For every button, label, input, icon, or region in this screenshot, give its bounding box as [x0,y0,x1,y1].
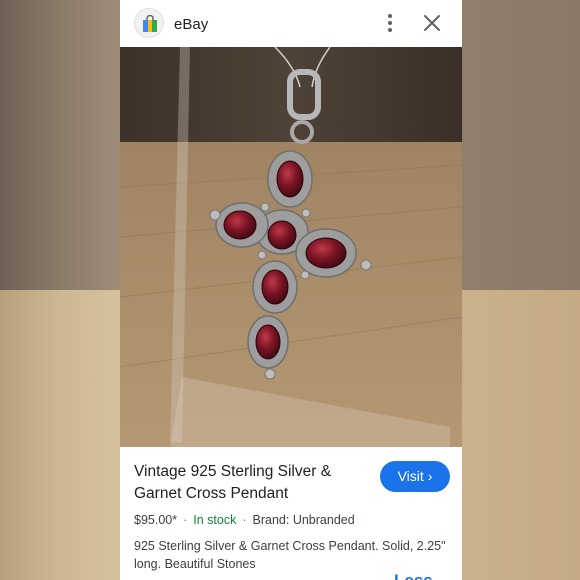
more-vertical-icon[interactable] [382,12,398,34]
separator-dot: · [242,513,247,527]
shopping-bag-icon[interactable] [134,8,164,38]
chevron-right-icon: › [427,468,433,484]
product-photo[interactable] [120,47,462,447]
separator-dot: · [183,513,188,527]
price: $95.00* [134,513,178,527]
app-name[interactable]: eBay [174,16,208,33]
source-header: eBay [120,0,462,47]
visit-button[interactable]: Visit › [380,461,450,492]
product-description: 925 Sterling Silver & Garnet Cross Penda… [134,539,446,571]
stock-status: In stock [193,513,237,527]
visit-button-label: Visit [397,468,424,484]
product-meta: $95.00* · In stock · Brand: Unbranded [134,513,355,527]
close-icon[interactable] [422,13,442,33]
image-preview-card: eBay Vintage 925 Sterling Silver & Garne… [120,0,462,580]
brand: Brand: Unbranded [252,513,355,527]
product-info: Vintage 925 Sterling Silver & Garnet Cro… [120,447,462,580]
less-link[interactable]: Less [394,571,433,580]
product-title[interactable]: Vintage 925 Sterling Silver & Garnet Cro… [134,461,354,505]
